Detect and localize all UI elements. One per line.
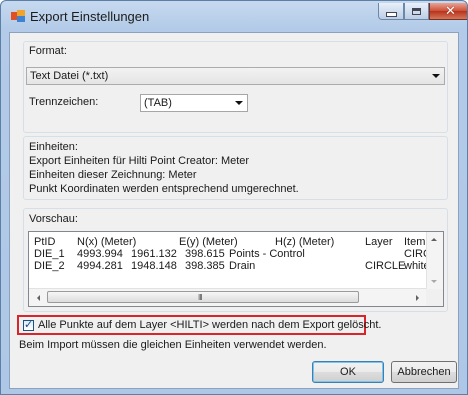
preview-text-area[interactable]: PtID N(x) (Meter) E(y) (Meter) H(z) (Met…	[28, 231, 444, 307]
preview-row2-ptid: DIE_2	[34, 260, 65, 272]
preview-row2-n: 4994.281	[77, 260, 123, 272]
maximize-button[interactable]	[404, 3, 429, 20]
minimize-icon	[385, 11, 397, 17]
format-label: Format:	[29, 45, 67, 57]
import-note: Beim Import müssen die gleichen Einheite…	[19, 339, 327, 351]
horizontal-scrollbar[interactable]: III	[29, 288, 427, 306]
preview-header-ptid: PtID	[34, 236, 56, 248]
export-settings-window: Export Einstellungen ✕ Format: Text Date…	[0, 0, 468, 395]
preview-row1-layer-name: Points - Control	[229, 248, 305, 260]
units-line-conversion: Punkt Koordinaten werden entsprechend um…	[29, 183, 299, 195]
preview-row1-e: 1961.132	[131, 248, 177, 260]
units-group: Einheiten: Export Einheiten für Hilti Po…	[23, 136, 448, 200]
title-bar[interactable]: Export Einstellungen ✕	[1, 1, 467, 31]
scroll-grip: III	[198, 293, 203, 302]
separator-dropdown[interactable]: (TAB)	[140, 94, 248, 112]
preview-header-n: N(x) (Meter)	[77, 236, 137, 248]
preview-heading: Vorschau:	[29, 213, 78, 225]
units-line-export: Export Einheiten für Hilti Point Creator…	[29, 155, 250, 167]
preview-row2-e: 1948.148	[131, 260, 177, 272]
units-heading: Einheiten:	[29, 141, 78, 153]
preview-row2-layer-name: Drain	[229, 260, 256, 272]
scroll-down-icon[interactable]	[431, 280, 437, 283]
preview-group: Vorschau: PtID N(x) (Meter) E(y) (Meter)…	[23, 208, 448, 312]
preview-header-layer: Layer	[365, 236, 393, 248]
horizontal-scroll-thumb[interactable]: III	[47, 291, 359, 303]
preview-row2-layer: CIRCLE	[365, 260, 406, 272]
format-dropdown[interactable]: Text Datei (*.txt)	[26, 67, 445, 85]
chevron-down-icon	[432, 74, 440, 78]
export-app-icon	[11, 10, 25, 22]
preview-row1-h: 398.615	[185, 248, 225, 260]
scroll-left-icon[interactable]	[37, 295, 40, 301]
cancel-button[interactable]: Abbrechen	[391, 361, 457, 383]
chevron-down-icon	[235, 101, 243, 105]
maximize-icon	[412, 7, 421, 15]
delete-points-checkbox[interactable]: ✓	[23, 318, 34, 331]
close-icon: ✕	[445, 3, 456, 19]
preview-header-e: E(y) (Meter)	[179, 236, 238, 248]
scroll-up-icon[interactable]	[431, 238, 437, 241]
dialog-body: Format: Text Datei (*.txt) Trennzeichen:…	[9, 32, 459, 389]
format-value: Text Datei (*.txt)	[30, 70, 109, 82]
preview-row1-n: 4993.994	[77, 248, 123, 260]
checkmark-icon: ✓	[24, 318, 34, 331]
separator-label: Trennzeichen:	[29, 96, 99, 108]
scrollbar-corner	[426, 289, 443, 306]
scroll-right-icon[interactable]	[416, 295, 419, 301]
ok-button[interactable]: OK	[312, 361, 384, 383]
highlighted-delete-option: ✓ Alle Punkte auf dem Layer <HILTI> werd…	[17, 315, 381, 335]
units-line-drawing: Einheiten dieser Zeichnung: Meter	[29, 169, 197, 181]
preview-row2-h: 398.385	[185, 260, 225, 272]
separator-value: (TAB)	[144, 97, 172, 109]
close-button[interactable]: ✕	[429, 3, 467, 20]
preview-row1-ptid: DIE_1	[34, 248, 65, 260]
vertical-scrollbar[interactable]	[426, 232, 443, 289]
window-title: Export Einstellungen	[30, 9, 150, 24]
format-group: Format: Text Datei (*.txt) Trennzeichen:…	[23, 41, 448, 133]
delete-points-label[interactable]: Alle Punkte auf dem Layer <HILTI> werden…	[38, 319, 381, 331]
minimize-button[interactable]	[378, 3, 404, 20]
preview-header-h: H(z) (Meter)	[275, 236, 335, 248]
